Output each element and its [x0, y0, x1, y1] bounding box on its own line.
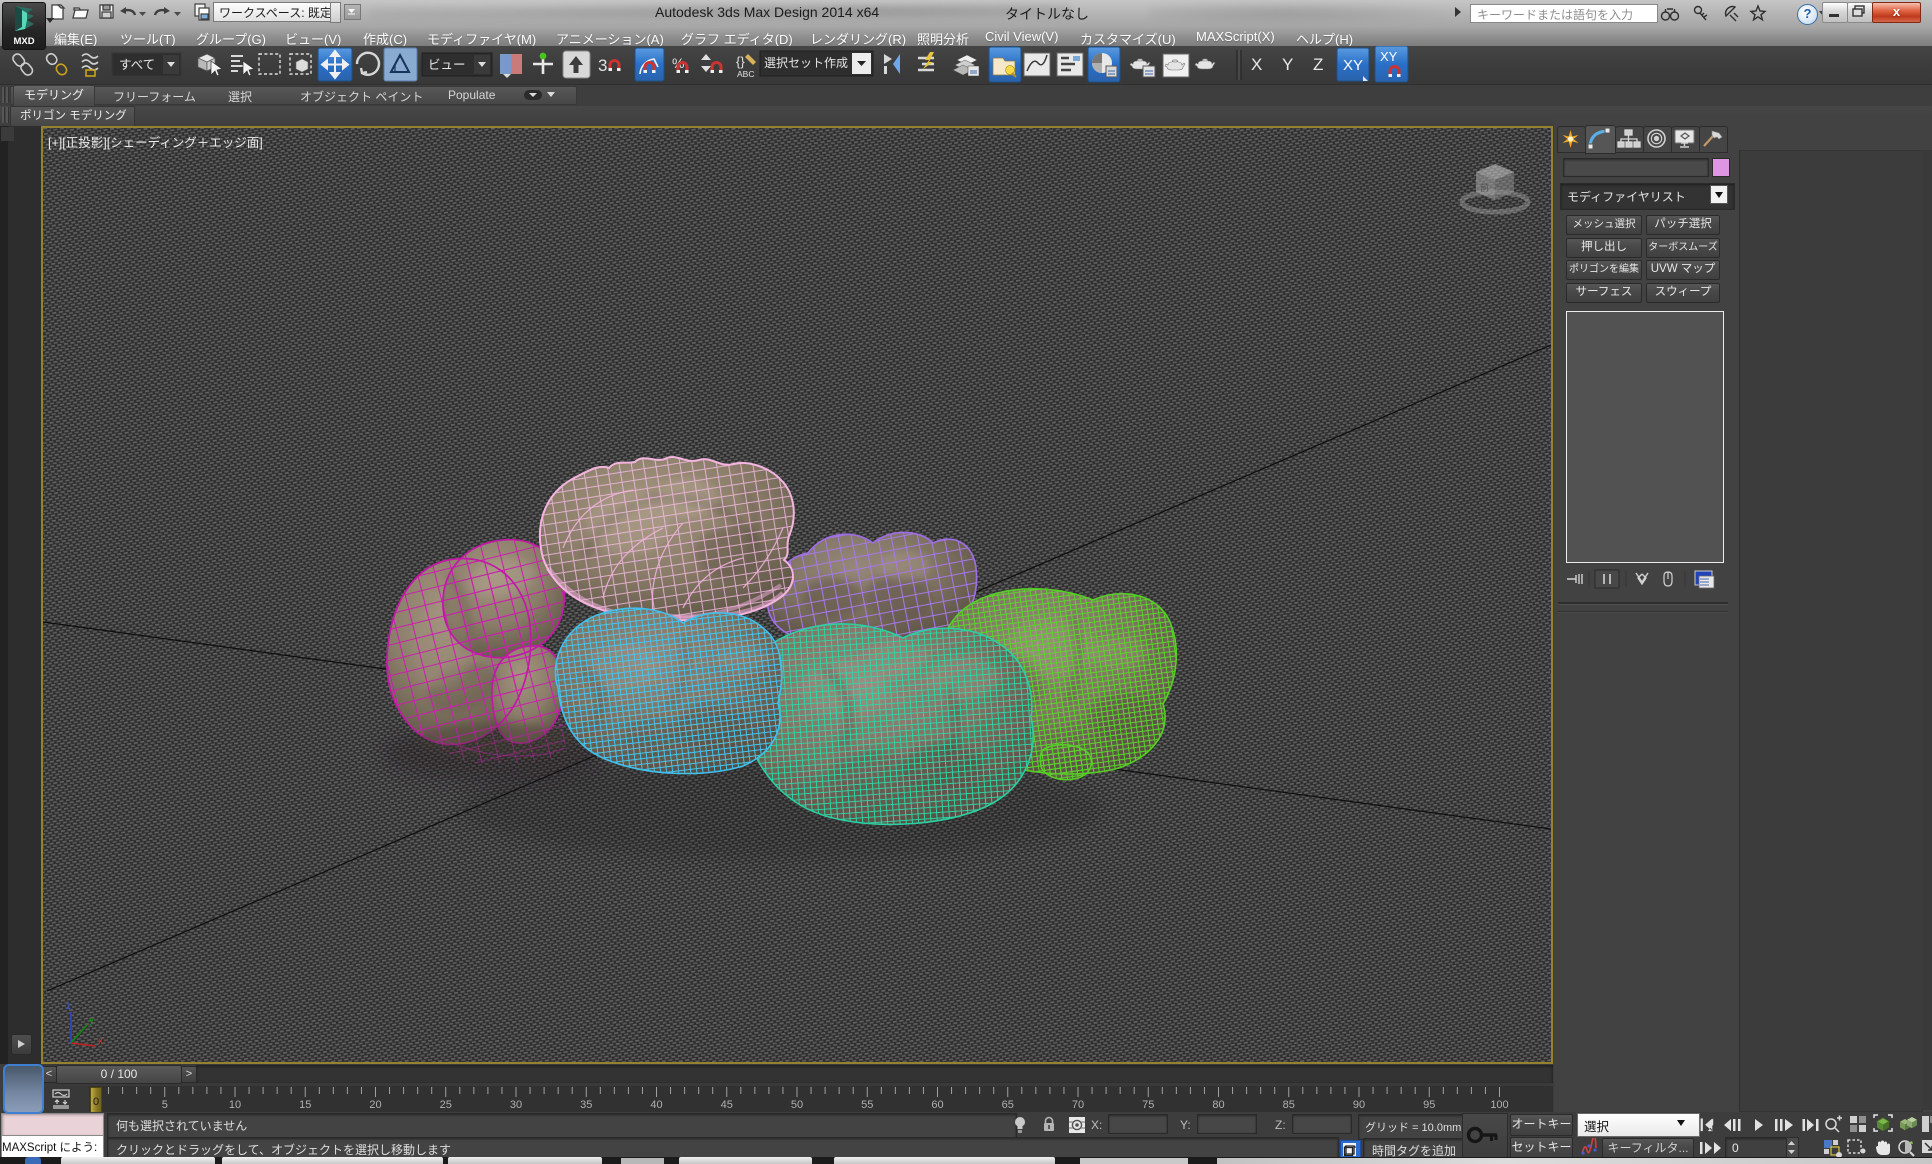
svg-text:x: x: [98, 1036, 103, 1047]
svg-text:50: 50: [791, 1099, 803, 1111]
svg-text:65: 65: [1002, 1099, 1014, 1111]
svg-text:40: 40: [650, 1099, 662, 1111]
svg-text:25: 25: [440, 1099, 452, 1111]
svg-text:85: 85: [1283, 1099, 1295, 1111]
svg-text:55: 55: [861, 1099, 873, 1111]
svg-text:5: 5: [162, 1099, 168, 1111]
svg-text:80: 80: [1212, 1099, 1224, 1111]
svg-text:ABC: ABC: [737, 69, 754, 79]
svg-text:95: 95: [1423, 1099, 1435, 1111]
svg-text:20: 20: [369, 1099, 381, 1111]
svg-text:Y: Y: [1282, 55, 1293, 74]
svg-text:XY: XY: [1343, 57, 1363, 74]
svg-text:選択セット作成: 選択セット作成: [764, 56, 848, 70]
svg-text:30: 30: [510, 1099, 522, 1111]
svg-text:すべて: すべて: [119, 58, 155, 72]
svg-text:3: 3: [598, 56, 607, 75]
svg-text:60: 60: [931, 1099, 943, 1111]
svg-text:X: X: [1251, 55, 1262, 74]
svg-text:z: z: [66, 1001, 71, 1012]
svg-text:90: 90: [1353, 1099, 1365, 1111]
svg-text:10: 10: [229, 1099, 241, 1111]
svg-text:45: 45: [721, 1099, 733, 1111]
svg-text:y: y: [89, 1015, 94, 1026]
svg-text:Z: Z: [1313, 55, 1323, 74]
svg-text:前: 前: [1480, 182, 1489, 193]
svg-text:{}: {}: [736, 54, 745, 69]
svg-text:100: 100: [1490, 1099, 1508, 1111]
svg-text:75: 75: [1142, 1099, 1154, 1111]
svg-text:XY: XY: [1380, 49, 1398, 64]
svg-text:15: 15: [299, 1099, 311, 1111]
svg-text:70: 70: [1072, 1099, 1084, 1111]
svg-text:35: 35: [580, 1099, 592, 1111]
svg-text:[+][正投影][シェーディング＋エッジ面]: [+][正投影][シェーディング＋エッジ面]: [48, 135, 263, 150]
svg-text:ビュー: ビュー: [428, 58, 466, 72]
